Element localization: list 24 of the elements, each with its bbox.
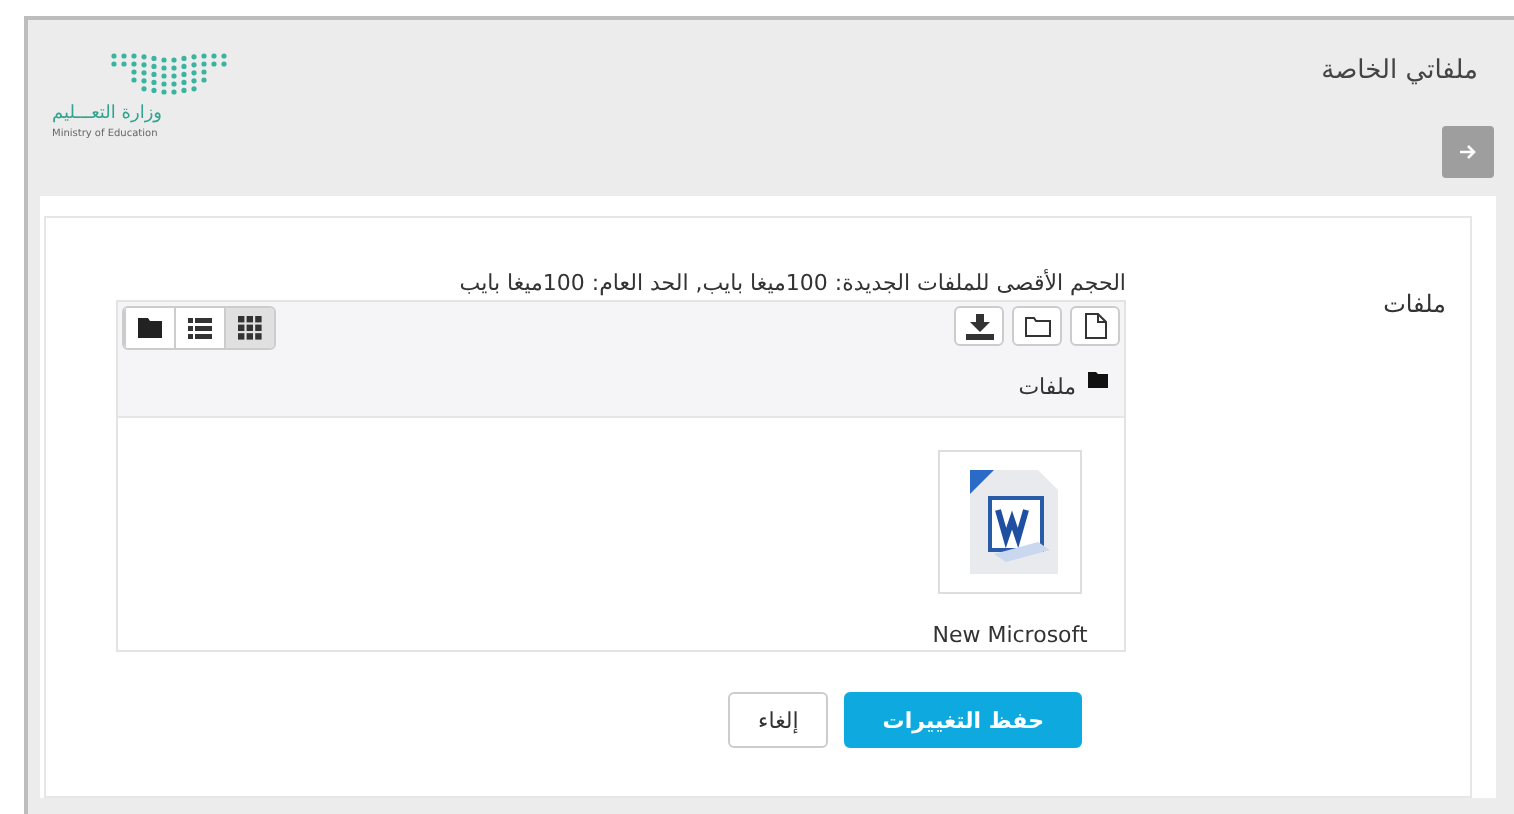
logo-arabic-text: وزارة التعـــليم	[52, 104, 163, 124]
arrow-button[interactable]	[1442, 126, 1494, 178]
folder-icon	[1088, 371, 1108, 387]
view-mode-button[interactable]	[124, 308, 174, 348]
arrow-right-icon	[1458, 142, 1478, 162]
file-name: New Microsoft	[932, 622, 1088, 648]
view-mode-button[interactable]	[224, 308, 274, 348]
add-file-button[interactable]	[1070, 306, 1120, 346]
new-folder-button[interactable]	[1012, 306, 1062, 346]
file-limits-text: الحجم الأقصى للملفات الجديدة: 100ميغا بايب, الحد العام: 100ميغا بايب	[457, 270, 1126, 296]
folder-icon	[138, 318, 162, 338]
page-title: ملفاتي الخاصة	[1321, 56, 1478, 86]
file-item[interactable]: New Microsoft	[920, 450, 1100, 648]
cancel-button[interactable]: إلغاء	[728, 692, 829, 748]
view-mode-button[interactable]	[174, 308, 224, 348]
file-icon	[1083, 312, 1107, 340]
download-button[interactable]	[954, 306, 1004, 346]
folder-path-link[interactable]: ملفات	[1018, 374, 1076, 400]
dots-logo-icon	[108, 52, 232, 96]
download-icon	[965, 313, 993, 339]
field-label: ملفات	[1381, 290, 1446, 322]
folder-icon	[1023, 314, 1051, 338]
list-icon	[188, 317, 212, 339]
grid-icon	[238, 316, 262, 340]
